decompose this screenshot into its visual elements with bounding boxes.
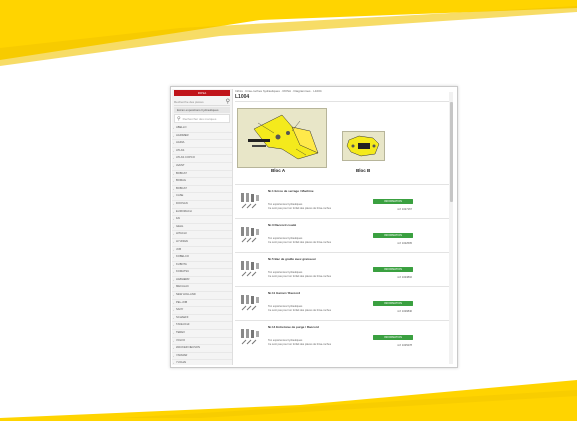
information-button[interactable]: INFORMATION — [373, 199, 413, 204]
sidebar-item-brand[interactable]: SANY — [172, 307, 232, 315]
part-reference: réf: 1026840 — [397, 310, 412, 313]
sidebar-item-brand[interactable]: SCHAEFF — [172, 315, 232, 323]
sidebar-item-brand[interactable]: GEHL — [172, 224, 232, 232]
part-reference: réf: 1025278 — [397, 344, 412, 347]
brand-list: ABELLOAGRIMERAGRIAATLASATLAS COPCOAVANTB… — [172, 125, 232, 365]
sidebar-item-brand[interactable]: YANMAR — [172, 353, 232, 361]
sidebar-item-brand[interactable]: KUBOTA — [172, 262, 232, 270]
sidebar-item-brand[interactable]: KOMATSU — [172, 269, 232, 277]
diagram-bloc-a[interactable] — [237, 108, 327, 168]
part-row: Nr.1 Ecrou de serrage / Machine Ton expér… — [235, 184, 453, 218]
part-description: Ton expériences hydrauliques — [268, 339, 303, 342]
part-reference: réf: 1027167 — [397, 208, 412, 211]
part-row: Nr.5 Bac de graille avec graisseur Ton ex… — [235, 252, 453, 286]
sidebar-item-brand[interactable]: NEW HOLLAND — [172, 292, 232, 300]
information-button[interactable]: INFORMATION — [373, 301, 413, 306]
sidebar-item-brand[interactable]: ATLAS COPCO — [172, 155, 232, 163]
parts-list: Nr.1 Ecrou de serrage / Machine Ton expér… — [235, 184, 453, 354]
part-thumbnail[interactable] — [240, 260, 262, 278]
part-reference: réf: 1022505 — [397, 242, 412, 245]
part-subdescription: Ce sont pas pour ton forfait des pièces … — [268, 241, 332, 244]
part-description: Ton expériences hydrauliques — [268, 237, 303, 240]
part-description: Ton expériences hydrauliques — [268, 271, 303, 274]
part-row: Nr.3 Raccord coudé Ton expériences hydrau… — [235, 218, 453, 252]
sidebar-item-brand[interactable]: KOBELCO — [172, 254, 232, 262]
information-button[interactable]: INFORMATION — [373, 335, 413, 340]
breadcrumb[interactable]: Infinis · brise-roches hydrauliques · RO… — [235, 89, 453, 93]
sidebar-item-brand[interactable]: HYUNDAI — [172, 239, 232, 247]
part-reference: réf: 1023802 — [397, 276, 412, 279]
part-search-placeholder: Recherche des pièces — [174, 99, 204, 104]
diagram-bloc-a-drawing — [248, 114, 319, 160]
part-name[interactable]: Nr.3 Raccord coudé — [268, 223, 296, 227]
sidebar-item-brand[interactable]: BOBCAT — [172, 171, 232, 179]
search-icon: ⚲ — [177, 115, 181, 122]
sidebar-item-brand[interactable]: VOLVO — [172, 338, 232, 346]
sidebar-item-brand[interactable]: MECALAC — [172, 284, 232, 293]
main-content: Infinis · brise-roches hydrauliques · RO… — [235, 88, 453, 366]
sidebar-item-brand[interactable]: JCB — [172, 247, 232, 255]
part-name[interactable]: Nr.14 Entretoise de purge / Raccord — [268, 325, 319, 329]
sidebar-item-brand[interactable]: WACKER NEUSON — [172, 345, 232, 353]
sidebar-item-brand[interactable]: YUCHAI — [172, 360, 232, 365]
sidebar-item-brand[interactable]: BOMAG — [172, 178, 232, 186]
part-thumbnail[interactable] — [240, 294, 262, 312]
diagram-bloc-b-label: Bloc B — [356, 168, 371, 173]
sidebar-item-brand[interactable]: BOBCAT — [172, 186, 232, 194]
sidebar-item-brand[interactable]: PEL-JOB — [172, 300, 232, 308]
sidebar-item-brand[interactable]: TAKEUCHI — [172, 322, 232, 331]
sidebar-item-brand[interactable]: EUROMACH — [172, 209, 232, 217]
sidebar-item-brand[interactable]: TEREX — [172, 330, 232, 338]
sidebar-item-brand[interactable]: AGRIMER — [172, 133, 232, 141]
sidebar-item-brand[interactable]: AVANT — [172, 163, 232, 171]
part-subdescription: Ce sont pas pour ton forfait des pièces … — [268, 275, 332, 278]
diagram-bloc-a-label: Bloc A — [271, 168, 286, 173]
sidebar-item-brand[interactable]: AGRIA — [172, 140, 232, 148]
active-category[interactable]: Ecran expositions hydrauliques — [174, 107, 230, 113]
sidebar-item-brand[interactable]: LIEBHERR — [172, 277, 232, 285]
sidebar-item-brand[interactable]: FAI — [172, 216, 232, 224]
brand-search-placeholder: Rechercher des marques — [182, 116, 217, 121]
information-button[interactable]: INFORMATION — [373, 267, 413, 272]
part-subdescription: Ce sont pas pour ton forfait des pièces … — [268, 309, 332, 312]
sidebar-item-brand[interactable]: ABELLO — [172, 125, 232, 133]
divider — [235, 101, 453, 102]
part-description: Ton expériences hydrauliques — [268, 305, 303, 308]
part-name[interactable]: Nr.11 Garnet / Raccord — [268, 291, 300, 295]
screenshot-window: ROSA Recherche des pièces ⚲ Ecran exposi… — [170, 86, 458, 368]
scrollbar-track[interactable] — [449, 92, 453, 364]
diagram-bloc-b-drawing — [346, 135, 380, 157]
part-description: Ton expériences hydrauliques — [268, 203, 303, 206]
part-search[interactable]: Recherche des pièces ⚲ — [174, 98, 230, 106]
part-row: Nr.11 Garnet / Raccord Ton expériences hy… — [235, 286, 453, 320]
part-thumbnail[interactable] — [240, 192, 262, 210]
sidebar: ROSA Recherche des pièces ⚲ Ecran exposi… — [172, 89, 233, 365]
brand-search-input[interactable]: ⚲ Rechercher des marques — [174, 114, 230, 123]
sidebar-item-brand[interactable]: HITACHI — [172, 231, 232, 239]
sidebar-item-brand[interactable]: DOOSAN — [172, 201, 232, 209]
sidebar-item-brand[interactable]: CASE — [172, 193, 232, 201]
scrollbar-thumb[interactable] — [449, 102, 453, 202]
diagram-bloc-b[interactable] — [342, 131, 385, 161]
page-title: L1004 — [235, 94, 250, 100]
information-button[interactable]: INFORMATION — [373, 233, 413, 238]
sidebar-item-brand[interactable]: ATLAS — [172, 148, 232, 156]
part-row: Nr.14 Entretoise de purge / Raccord Ton e… — [235, 320, 453, 354]
part-name[interactable]: Nr.5 Bac de graille avec graisseur — [268, 257, 316, 261]
search-icon[interactable]: ⚲ — [226, 99, 230, 105]
part-thumbnail[interactable] — [240, 328, 262, 346]
part-thumbnail[interactable] — [240, 226, 262, 244]
part-name[interactable]: Nr.1 Ecrou de serrage / Machine — [268, 189, 314, 193]
part-subdescription: Ce sont pas pour ton forfait des pièces … — [268, 207, 332, 210]
part-subdescription: Ce sont pas pour ton forfait des pièces … — [268, 343, 332, 346]
brand-button[interactable]: ROSA — [174, 90, 230, 96]
